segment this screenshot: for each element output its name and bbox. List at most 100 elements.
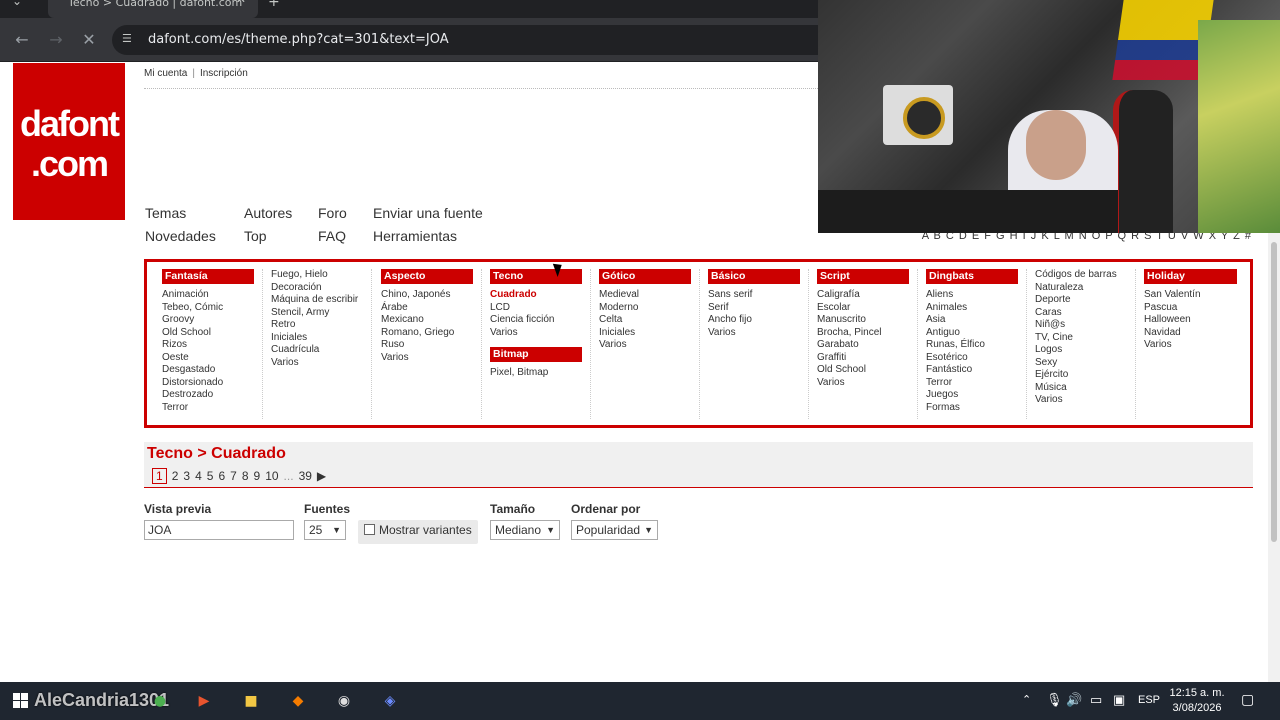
category-link[interactable]: Logos: [1027, 344, 1135, 357]
dafont-logo[interactable]: dafont .com: [13, 63, 125, 220]
category-link[interactable]: Retro: [263, 319, 371, 332]
nav-enviar-fuente[interactable]: Enviar una fuente: [373, 205, 483, 221]
page-link[interactable]: 1: [152, 468, 167, 484]
tab-search-icon[interactable]: ⌄: [12, 0, 22, 8]
category-link[interactable]: Sans serif: [700, 289, 808, 302]
category-link[interactable]: Fuego, Hielo: [263, 269, 371, 282]
category-link[interactable]: Serif: [700, 302, 808, 315]
category-heading[interactable]: Dingbats: [926, 269, 1018, 284]
page-link[interactable]: 2: [172, 469, 179, 483]
fonts-per-page-select[interactable]: 25 ▼: [304, 520, 346, 540]
category-link[interactable]: Moderno: [591, 302, 699, 315]
category-link[interactable]: Deporte: [1027, 294, 1135, 307]
category-link[interactable]: Navidad: [1136, 327, 1245, 340]
category-link[interactable]: Música: [1027, 382, 1135, 395]
category-link[interactable]: Brocha, Pincel: [809, 327, 917, 340]
category-link[interactable]: Terror: [154, 402, 262, 415]
category-link[interactable]: Fantástico: [918, 364, 1026, 377]
category-link[interactable]: Decoración: [263, 282, 371, 295]
category-link[interactable]: Varios: [1136, 339, 1245, 352]
category-link[interactable]: Varios: [482, 327, 590, 340]
tray-chevron-icon[interactable]: ⌃: [1022, 693, 1031, 720]
scrollbar-thumb[interactable]: [1271, 242, 1277, 542]
fl-studio-icon[interactable]: ◆: [288, 691, 308, 711]
address-bar[interactable]: ☰ dafont.com/es/theme.php?cat=301&text=J…: [112, 25, 832, 55]
category-heading[interactable]: Holiday: [1144, 269, 1237, 284]
site-settings-icon[interactable]: ☰: [122, 32, 136, 46]
category-link[interactable]: TV, Cine: [1027, 332, 1135, 345]
category-heading[interactable]: Aspecto extranjero: [381, 269, 473, 295]
page-link[interactable]: 5: [207, 469, 214, 483]
category-link[interactable]: Oeste: [154, 352, 262, 365]
category-link[interactable]: Old School: [809, 364, 917, 377]
category-link[interactable]: Ejército: [1027, 369, 1135, 382]
page-link[interactable]: 4: [195, 469, 202, 483]
category-link[interactable]: Sexy: [1027, 357, 1135, 370]
battery-icon[interactable]: ▭: [1090, 692, 1102, 720]
category-heading[interactable]: Script: [817, 269, 909, 284]
category-link[interactable]: Formas: [918, 402, 1026, 415]
category-link[interactable]: Iniciales: [263, 332, 371, 345]
my-account-link[interactable]: Mi cuenta: [144, 68, 187, 79]
language-indicator[interactable]: ESP: [1138, 694, 1160, 720]
category-link[interactable]: Chino, Japonés: [373, 289, 481, 302]
page-link[interactable]: 3: [183, 469, 190, 483]
preview-text-input[interactable]: [144, 520, 294, 540]
category-link[interactable]: Juegos: [918, 389, 1026, 402]
category-link[interactable]: Cuadrado: [482, 289, 590, 302]
page-link[interactable]: 9: [254, 469, 261, 483]
category-link[interactable]: Manuscrito: [809, 314, 917, 327]
nav-autores[interactable]: Autores: [244, 205, 292, 221]
category-link[interactable]: Terror: [918, 377, 1026, 390]
category-link[interactable]: Ciencia ficción: [482, 314, 590, 327]
category-link[interactable]: Esotérico: [918, 352, 1026, 365]
page-link[interactable]: 7: [230, 469, 237, 483]
category-link[interactable]: Aliens: [918, 289, 1026, 302]
nav-faq[interactable]: FAQ: [318, 228, 346, 244]
category-link[interactable]: Ancho fijo: [700, 314, 808, 327]
back-icon[interactable]: ←: [10, 28, 34, 52]
category-link[interactable]: Antiguo: [918, 327, 1026, 340]
app-icon[interactable]: ◈: [380, 691, 400, 711]
category-link[interactable]: Animales: [918, 302, 1026, 315]
next-page-icon[interactable]: ▶: [317, 469, 326, 483]
page-link-last[interactable]: 39: [299, 469, 312, 483]
category-link[interactable]: Graffiti: [809, 352, 917, 365]
category-link[interactable]: Caligrafía: [809, 289, 917, 302]
clock[interactable]: 12:15 a. m. 3/08/2026: [1166, 686, 1228, 716]
category-link[interactable]: Varios: [263, 357, 371, 370]
tab-close-icon[interactable]: ✕: [236, 0, 246, 5]
category-link[interactable]: Naturaleza: [1027, 282, 1135, 295]
category-link[interactable]: Cuadrícula: [263, 344, 371, 357]
file-explorer-icon[interactable]: ■: [241, 691, 261, 711]
nav-herramientas[interactable]: Herramientas: [373, 228, 457, 244]
category-link[interactable]: Pascua: [1136, 302, 1245, 315]
category-link[interactable]: Asia: [918, 314, 1026, 327]
page-link[interactable]: 6: [218, 469, 225, 483]
size-select[interactable]: Mediano ▼: [490, 520, 560, 540]
category-link[interactable]: LCD: [482, 302, 590, 315]
nav-temas[interactable]: Temas: [145, 205, 186, 221]
category-link[interactable]: Medieval: [591, 289, 699, 302]
category-link[interactable]: Iniciales: [591, 327, 699, 340]
category-link[interactable]: Ruso: [373, 339, 481, 352]
page-link[interactable]: 8: [242, 469, 249, 483]
nav-novedades[interactable]: Novedades: [145, 228, 216, 244]
category-link[interactable]: Halloween: [1136, 314, 1245, 327]
category-link[interactable]: Stencil, Army: [263, 307, 371, 320]
page-link[interactable]: 10: [265, 469, 278, 483]
browser-tab[interactable]: Tecno > Cuadrado | dafont.com ✕: [48, 0, 258, 18]
category-link[interactable]: Varios: [1027, 394, 1135, 407]
order-select[interactable]: Popularidad ▼: [571, 520, 658, 540]
category-link[interactable]: Varios: [373, 352, 481, 365]
category-link[interactable]: Mexicano: [373, 314, 481, 327]
show-variants-checkbox[interactable]: Mostrar variantes: [358, 520, 478, 544]
category-link[interactable]: Romano, Griego: [373, 327, 481, 340]
category-link[interactable]: Groovy: [154, 314, 262, 327]
notifications-icon[interactable]: ▢: [1241, 691, 1254, 720]
category-link[interactable]: Niñ@s: [1027, 319, 1135, 332]
microphone-icon[interactable]: 🎙: [1046, 692, 1063, 720]
category-link[interactable]: San Valentín: [1136, 289, 1245, 302]
category-link[interactable]: Rizos: [154, 339, 262, 352]
windows-start-icon[interactable]: [13, 693, 29, 709]
